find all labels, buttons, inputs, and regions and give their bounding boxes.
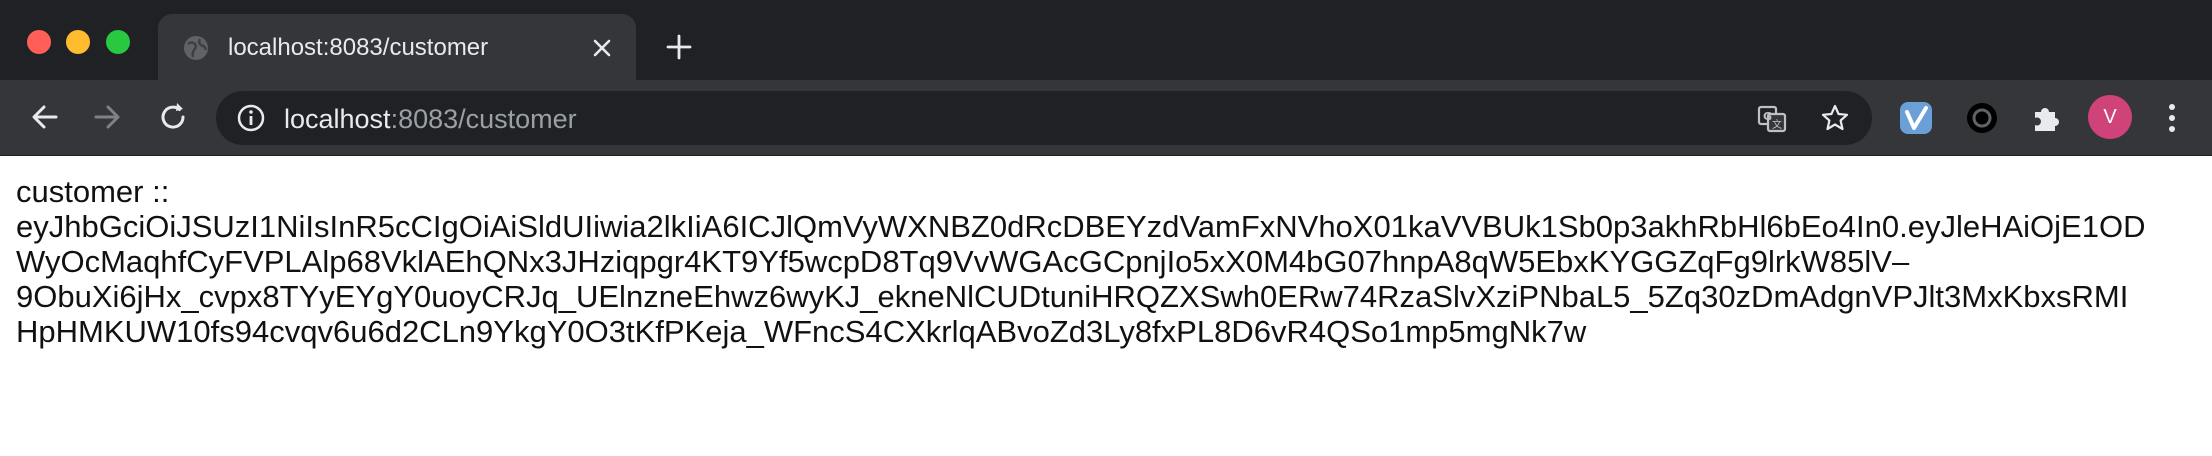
new-tab-icon[interactable] — [664, 32, 694, 62]
svg-text:G: G — [1763, 110, 1772, 123]
page-heading: customer :: — [16, 174, 170, 209]
tab-strip: localhost:8083/customer — [0, 0, 2212, 80]
bookmark-star-icon[interactable] — [1820, 103, 1850, 133]
back-arrow-icon[interactable] — [26, 98, 64, 136]
profile-avatar[interactable]: V — [2088, 95, 2132, 139]
browser-toolbar: localhost:8083/customer G 文 V — [0, 80, 2212, 156]
page-body: customer :: eyJhbGciOiJSUzI1NiIsInR5cCIg… — [16, 174, 2212, 349]
minimize-window-button[interactable] — [66, 30, 90, 54]
info-icon[interactable] — [236, 103, 266, 133]
forward-arrow-icon[interactable] — [88, 98, 126, 136]
close-tab-icon[interactable] — [588, 34, 616, 62]
browser-tab[interactable]: localhost:8083/customer — [158, 14, 636, 80]
tab-title: localhost:8083/customer — [228, 34, 489, 61]
more-menu-icon[interactable] — [2160, 98, 2184, 138]
globe-icon — [184, 36, 208, 60]
token-line-3: 9ObuXi6jHx_cvpx8TYyEYgY0uoyCRJq_UElnzneE… — [16, 279, 2129, 314]
close-window-button[interactable] — [27, 30, 51, 54]
url-path: :8083/customer — [390, 104, 577, 134]
extension-check-icon[interactable] — [1898, 100, 1934, 136]
fullscreen-window-button[interactable] — [106, 30, 130, 54]
svg-text:文: 文 — [1772, 118, 1782, 131]
token-line-4: HpHMKUW10fs94cvqv6u6d2CLn9YkgY0O3tKfPKej… — [16, 314, 1587, 349]
address-url[interactable]: localhost:8083/customer — [284, 104, 577, 134]
extensions-puzzle-icon[interactable] — [2028, 100, 2064, 136]
address-bar[interactable]: localhost:8083/customer G 文 — [216, 91, 1872, 145]
token-line-2: WyOcMaqhfCyFVPLAlp68VklAEhQNx3JHziqpgr4K… — [16, 244, 1910, 279]
url-host: localhost — [284, 104, 391, 134]
translate-icon[interactable]: G 文 — [1756, 103, 1788, 135]
reload-icon[interactable] — [154, 98, 192, 136]
token-line-1: eyJhbGciOiJSUzI1NiIsInR5cCIgOiAiSldUIiwi… — [16, 209, 2146, 244]
extension-circle-icon[interactable] — [1964, 100, 2000, 136]
